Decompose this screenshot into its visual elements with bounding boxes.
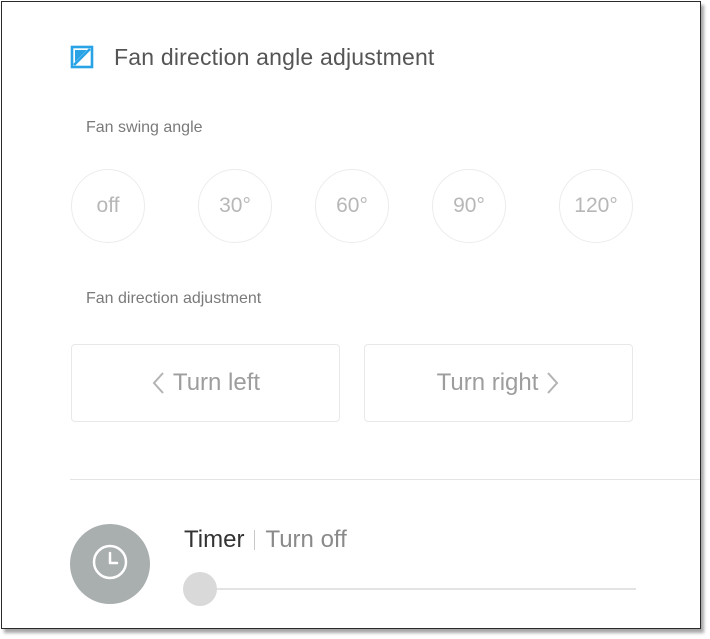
- app-window: Fan direction angle adjustment Fan swing…: [1, 1, 701, 629]
- timer-slider-track[interactable]: [200, 588, 636, 590]
- divider: [70, 479, 700, 480]
- angle-option-30[interactable]: 30°: [198, 169, 272, 243]
- timer-status: Turn off: [265, 526, 347, 553]
- turn-right-button[interactable]: Turn right: [364, 344, 633, 422]
- turn-left-button[interactable]: Turn left: [71, 344, 340, 422]
- direction-adjustment-label: Fan direction adjustment: [86, 290, 262, 307]
- swing-angle-label: Fan swing angle: [86, 119, 203, 136]
- timer-button[interactable]: [70, 524, 150, 604]
- chevron-right-icon: [546, 371, 560, 395]
- chevron-left-icon: [151, 371, 165, 395]
- timer-title: Timer: [184, 526, 245, 553]
- section-title: Fan direction angle adjustment: [114, 43, 435, 70]
- angle-option-90[interactable]: 90°: [432, 169, 506, 243]
- section-header: Fan direction angle adjustment: [70, 42, 435, 72]
- angle-option-60[interactable]: 60°: [315, 169, 389, 243]
- turn-right-label: Turn right: [436, 369, 539, 396]
- timer-row: Timer Turn off: [184, 526, 347, 554]
- turn-left-label: Turn left: [172, 369, 261, 396]
- angle-option-off[interactable]: off: [71, 169, 145, 243]
- timer-separator: [254, 530, 256, 550]
- timer-slider-thumb[interactable]: [183, 572, 217, 606]
- clock-icon: [90, 542, 130, 587]
- angle-option-120[interactable]: 120°: [559, 169, 633, 243]
- direction-square-icon: [70, 45, 94, 69]
